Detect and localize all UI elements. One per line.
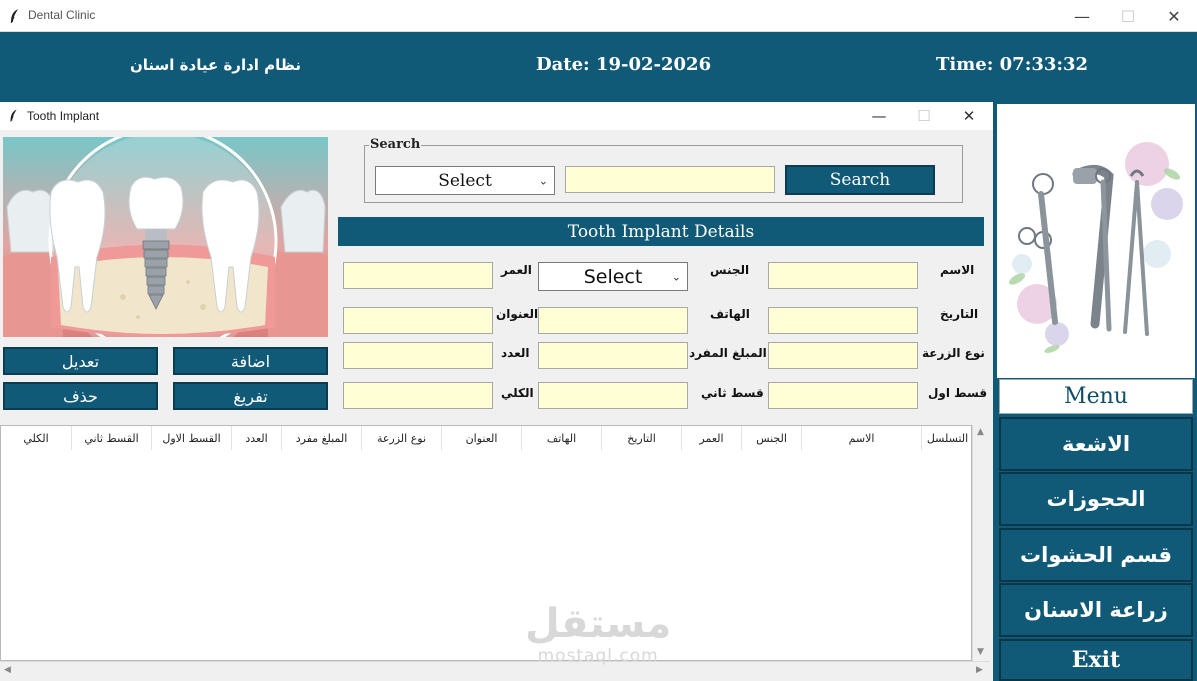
column-header[interactable]: القسط ثاني — [71, 426, 151, 450]
menu-item-appointments[interactable]: الحجوزات — [999, 472, 1193, 526]
feather-icon — [10, 109, 17, 122]
child-maximize-button[interactable]: ☐ — [902, 102, 946, 130]
table-header: التسلسل الاسم الجنس العمر التاريخ الهاتف… — [1, 426, 973, 450]
horizontal-scrollbar[interactable]: ◀ ▶ — [0, 661, 990, 679]
column-header[interactable]: العنوان — [441, 426, 521, 450]
column-header[interactable]: العدد — [231, 426, 281, 450]
phone-label: الهاتف — [710, 307, 750, 321]
add-button[interactable]: اضافة — [173, 347, 328, 375]
date-display: Date: 19-02-2026 — [536, 54, 712, 75]
scroll-up-icon[interactable]: ▲ — [977, 427, 984, 437]
system-title: نظام ادارة عيادة اسنان — [130, 56, 302, 74]
tooth-implant-image — [3, 137, 328, 337]
gender-select-value: Select — [583, 265, 643, 288]
installment2-field[interactable] — [538, 382, 688, 409]
total-label: الكلي — [501, 386, 534, 400]
menu-item-fillings[interactable]: قسم الحشوات — [999, 528, 1193, 582]
menu-item-xray[interactable]: الاشعة — [999, 417, 1193, 471]
date-label: التاريخ — [940, 307, 979, 321]
gender-label: الجنس — [710, 263, 750, 277]
scroll-left-icon[interactable]: ◀ — [4, 665, 11, 675]
column-header[interactable]: التسلسل — [921, 426, 973, 450]
phone-field[interactable] — [538, 307, 688, 334]
app-header: نظام ادارة عيادة اسنان Date: 19-02-2026 … — [0, 32, 1197, 102]
search-field-select[interactable]: Select ⌄ — [375, 166, 555, 195]
watermark: مستقل mostaql.com — [525, 602, 671, 666]
column-header[interactable]: المبلغ مفرد — [281, 426, 361, 450]
address-field[interactable] — [343, 307, 493, 334]
total-field[interactable] — [343, 382, 493, 409]
edit-button[interactable]: تعديل — [3, 347, 158, 375]
time-display: Time: 07:33:32 — [936, 54, 1089, 75]
menu-item-tooth-implant[interactable]: زراعة الاسنان — [999, 583, 1193, 637]
chevron-down-icon: ⌄ — [671, 270, 681, 283]
implant-type-label: نوع الزرعة — [922, 346, 985, 360]
delete-button[interactable]: حذف — [3, 382, 158, 410]
name-label: الاسم — [940, 263, 975, 277]
search-legend: Search — [369, 137, 422, 152]
menu-label: Menu — [999, 379, 1193, 414]
clear-button[interactable]: تفريغ — [173, 382, 328, 410]
unit-price-label: المبلغ المفرد — [689, 346, 767, 360]
count-label: العدد — [501, 346, 530, 360]
column-header[interactable]: الهاتف — [521, 426, 601, 450]
scroll-down-icon[interactable]: ▼ — [977, 647, 984, 657]
column-header[interactable]: الاسم — [801, 426, 921, 450]
installment1-field[interactable] — [768, 382, 918, 409]
address-label: العنوان — [496, 307, 539, 321]
vertical-scrollbar[interactable]: ▲ ▼ — [972, 425, 990, 661]
close-button[interactable]: ✕ — [1151, 0, 1197, 32]
search-select-value: Select — [438, 170, 492, 191]
maximize-button[interactable]: ☐ — [1105, 0, 1151, 32]
menu-item-exit[interactable]: Exit — [999, 639, 1193, 681]
dental-tools-image — [997, 104, 1195, 378]
age-field[interactable] — [343, 262, 493, 289]
feather-icon — [10, 9, 18, 24]
child-close-button[interactable]: ✕ — [947, 102, 991, 130]
count-field[interactable] — [343, 342, 493, 369]
child-title: Tooth Implant — [27, 109, 100, 123]
records-table[interactable]: التسلسل الاسم الجنس العمر التاريخ الهاتف… — [0, 425, 972, 661]
minimize-button[interactable]: — — [1059, 0, 1105, 32]
column-header[interactable]: الكلي — [1, 426, 71, 450]
column-header[interactable]: نوع الزرعة — [361, 426, 441, 450]
column-header[interactable]: العمر — [681, 426, 741, 450]
gender-select[interactable]: Select ⌄ — [538, 262, 688, 291]
column-header[interactable]: التاريخ — [601, 426, 681, 450]
watermark-latin: mostaql.com — [537, 646, 659, 666]
watermark-arabic: مستقل — [525, 601, 672, 647]
chevron-down-icon: ⌄ — [538, 174, 548, 187]
unit-price-field[interactable] — [538, 342, 688, 369]
installment1-label: قسط اول — [928, 386, 988, 400]
name-field[interactable] — [768, 262, 918, 289]
implant-type-field[interactable] — [768, 342, 918, 369]
child-minimize-button[interactable]: — — [857, 102, 901, 130]
details-heading: Tooth Implant Details — [338, 217, 984, 246]
search-button[interactable]: Search — [785, 165, 935, 195]
child-titlebar: Tooth Implant — ☐ ✕ — [0, 102, 993, 130]
column-header[interactable]: الجنس — [741, 426, 801, 450]
window-title: Dental Clinic — [28, 8, 96, 22]
age-label: العمر — [501, 263, 532, 277]
date-field[interactable] — [768, 307, 918, 334]
window-titlebar: Dental Clinic — ☐ ✕ — [0, 0, 1197, 32]
installment2-label: قسط ثاني — [701, 386, 764, 400]
search-input[interactable] — [565, 166, 775, 193]
scroll-right-icon[interactable]: ▶ — [976, 665, 983, 675]
tooth-implant-window: Tooth Implant — ☐ ✕ تعديل اضافة حذف تفري… — [0, 102, 993, 681]
column-header[interactable]: القسط الاول — [151, 426, 231, 450]
